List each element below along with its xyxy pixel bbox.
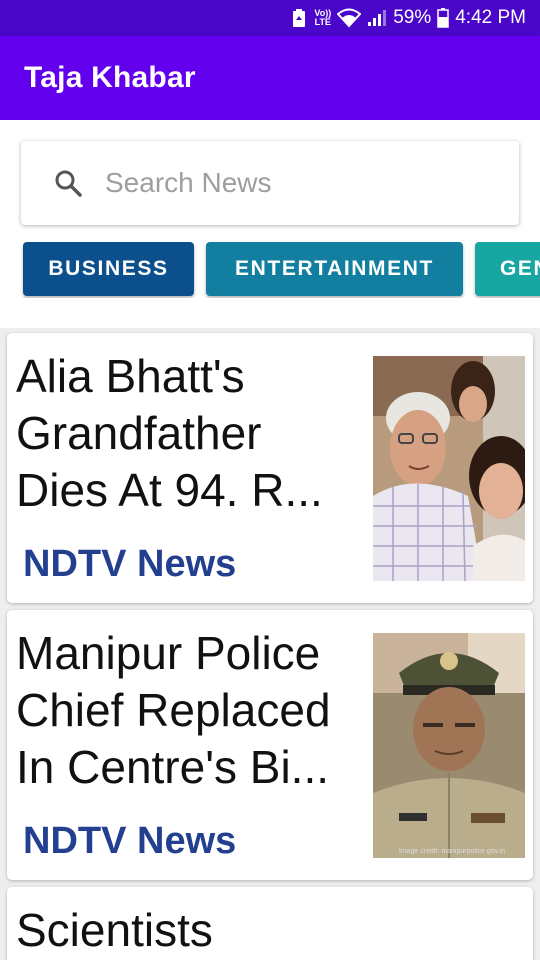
news-source: NDTV News	[23, 820, 237, 862]
news-thumbnail: Image credit: manipurpolice.gov.in	[373, 633, 525, 858]
news-feed[interactable]: Alia Bhatt's Grandfather Dies At 94. R..…	[0, 328, 540, 960]
news-card[interactable]: Manipur Police Chief Replaced In Centre'…	[7, 610, 533, 880]
app-bar: Taja Khabar	[0, 36, 540, 120]
volte-icon: Vo)) LTE	[314, 8, 332, 27]
data-saver-icon	[290, 8, 308, 28]
news-thumbnail	[373, 356, 525, 581]
app-title: Taja Khabar	[24, 61, 196, 94]
search-input[interactable]	[105, 167, 485, 199]
news-card[interactable]: Scientists	[7, 887, 533, 960]
signal-icon	[367, 9, 387, 27]
news-headline: Manipur Police Chief Replaced In Centre'…	[16, 627, 331, 793]
wifi-icon	[337, 8, 362, 28]
news-card[interactable]: Alia Bhatt's Grandfather Dies At 94. R..…	[7, 333, 533, 603]
image-credit: Image credit: manipurpolice.gov.in	[398, 848, 505, 855]
category-chip-entertainment[interactable]: ENTERTAINMENT	[206, 242, 463, 296]
category-chips: BUSINESS ENTERTAINMENT GEN	[0, 242, 540, 298]
search-bar[interactable]	[21, 141, 519, 225]
news-headline: Scientists	[16, 904, 213, 956]
news-headline: Alia Bhatt's Grandfather Dies At 94. R..…	[16, 350, 323, 516]
battery-icon	[437, 8, 449, 28]
news-source: NDTV News	[23, 543, 237, 585]
search-icon[interactable]	[53, 168, 83, 198]
status-bar: Vo)) LTE 59% 4:42 PM	[0, 0, 540, 36]
battery-percent: 59%	[393, 7, 432, 28]
category-chip-general[interactable]: GEN	[475, 242, 540, 296]
category-chip-business[interactable]: BUSINESS	[23, 242, 194, 296]
clock: 4:42 PM	[455, 7, 526, 28]
